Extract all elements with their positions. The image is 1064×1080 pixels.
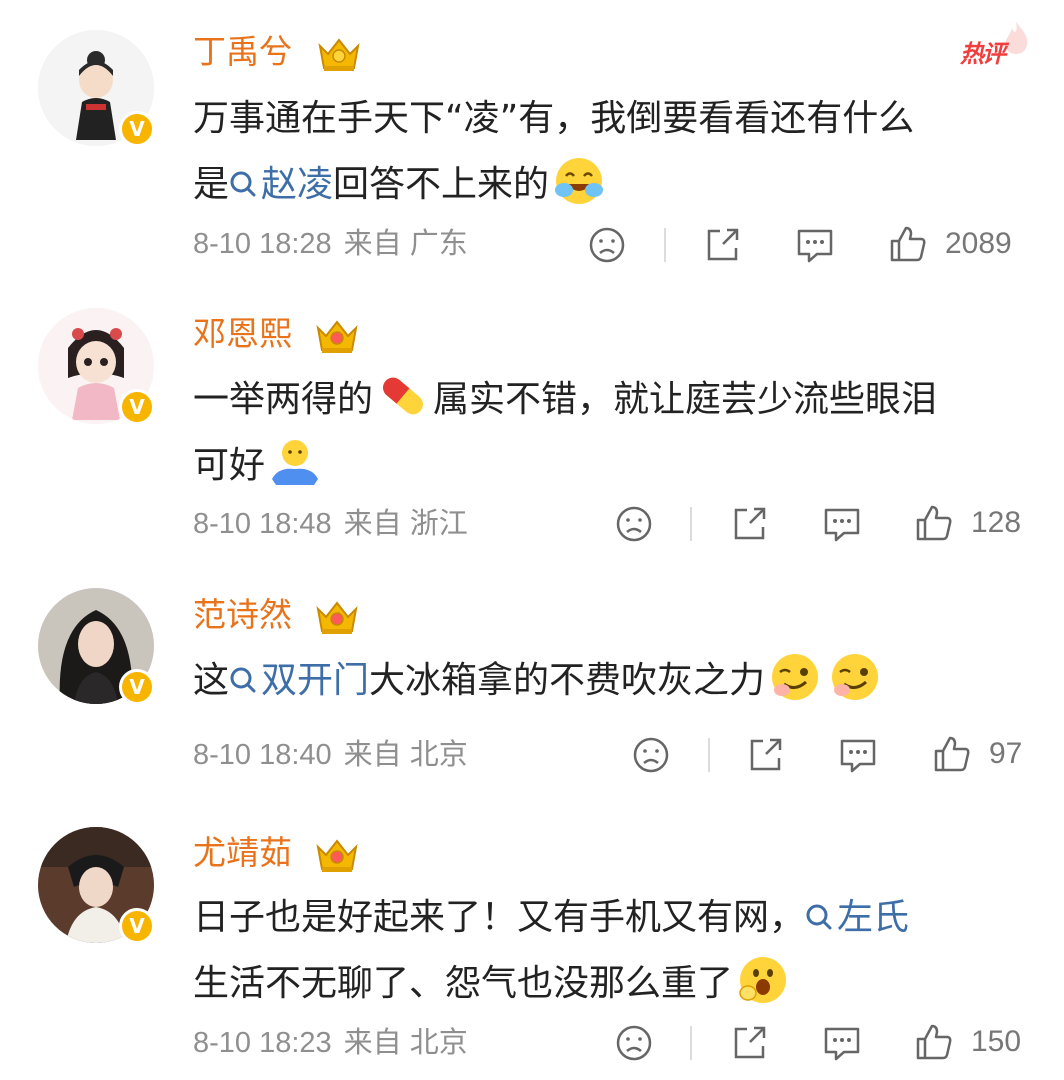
like-button[interactable] <box>914 503 954 543</box>
shrug-emoji-icon <box>272 440 319 485</box>
comment-date: 8-10 18:28 <box>193 228 332 260</box>
search-icon <box>230 171 256 197</box>
like-button[interactable] <box>914 1022 954 1062</box>
comment-bubble-icon <box>797 229 833 263</box>
like-count: 150 <box>971 1025 1022 1058</box>
comment-meta: 8-10 18:48 来自 浙江 <box>193 508 468 540</box>
crown-icon <box>316 601 358 634</box>
comment-text: 日子也是好起来了！又有手机又有网， 左氏 生活不无聊了、怨气也没那么重了 <box>193 885 1033 1017</box>
comment-location: 北京 <box>409 1027 468 1059</box>
search-icon <box>806 904 832 930</box>
comment-location: 北京 <box>409 739 468 771</box>
like-count: 97 <box>989 737 1023 770</box>
like-button[interactable] <box>888 224 928 264</box>
sad-face-icon <box>633 737 669 773</box>
thumbs-up-icon <box>890 226 926 262</box>
thumbs-up-icon <box>934 736 970 772</box>
comment-bubble-icon <box>824 1027 860 1061</box>
username[interactable]: 范诗然 <box>193 593 292 637</box>
crown-icon <box>318 38 360 71</box>
doge-emoji-icon <box>832 654 879 700</box>
comment-date: 8-10 18:48 <box>193 508 332 540</box>
sad-face-icon <box>616 506 652 542</box>
like-count: 128 <box>971 506 1022 539</box>
dislike-button[interactable] <box>632 736 670 776</box>
crown-icon <box>316 320 358 353</box>
share-icon <box>734 1026 766 1059</box>
comment-meta: 8-10 18:40 来自 北京 <box>193 739 468 771</box>
comment-location: 浙江 <box>409 508 468 540</box>
reply-button[interactable] <box>822 505 862 545</box>
sad-face-icon <box>616 1025 652 1061</box>
divider <box>708 738 710 772</box>
share-icon <box>707 228 739 261</box>
giggle-emoji-icon <box>739 957 787 1003</box>
topic-link[interactable]: 左氏 <box>805 897 909 938</box>
share-button[interactable] <box>703 226 741 266</box>
reply-button[interactable] <box>795 226 835 266</box>
comment-location: 广东 <box>409 228 468 260</box>
comment-meta: 8-10 18:23 来自 北京 <box>193 1027 468 1059</box>
search-icon <box>230 667 256 693</box>
dislike-button[interactable] <box>615 505 653 545</box>
pill-emoji-icon <box>383 377 423 415</box>
laugh-cry-emoji-icon <box>555 158 604 204</box>
verified-badge-icon: V <box>119 111 155 147</box>
hot-comment-badge: 热评 <box>960 40 1006 68</box>
username[interactable]: 尤靖茹 <box>193 831 292 875</box>
share-button[interactable] <box>746 736 784 776</box>
share-button[interactable] <box>730 1024 768 1064</box>
comment-bubble-icon <box>840 739 876 773</box>
like-button[interactable] <box>932 734 972 774</box>
comment-date: 8-10 18:23 <box>193 1027 332 1059</box>
verified-badge-icon: V <box>119 669 155 705</box>
dislike-button[interactable] <box>615 1024 653 1064</box>
share-icon <box>734 507 766 540</box>
verified-badge-icon: V <box>119 389 155 425</box>
username[interactable]: 邓恩熙 <box>193 312 292 356</box>
comment-text: 一举两得的 属实不错，就让庭芸少流些眼泪 可好 <box>193 367 1033 499</box>
dislike-button[interactable] <box>588 226 626 266</box>
divider <box>690 1026 692 1060</box>
reply-button[interactable] <box>838 736 878 776</box>
comment-text: 这双开门大冰箱拿的不费吹灰之力 <box>193 648 1033 714</box>
like-count: 2089 <box>945 227 1012 260</box>
topic-link[interactable]: 双开门 <box>229 660 369 701</box>
divider <box>690 507 692 541</box>
comment-meta: 8-10 18:28 来自 广东 <box>193 228 468 260</box>
divider <box>664 228 666 262</box>
comment-text: 万事通在手天下“凌”有，我倒要看看还有什么 是赵凌回答不上来的 <box>193 86 1033 218</box>
thumbs-up-icon <box>916 505 952 541</box>
comment-date: 8-10 18:40 <box>193 739 332 771</box>
reply-button[interactable] <box>822 1024 862 1064</box>
topic-link[interactable]: 赵凌 <box>229 164 333 205</box>
crown-icon <box>316 839 358 872</box>
thumbs-up-icon <box>916 1024 952 1060</box>
share-button[interactable] <box>730 505 768 545</box>
sad-face-icon <box>589 227 625 263</box>
share-icon <box>750 738 782 771</box>
username[interactable]: 丁禹兮 <box>193 30 292 74</box>
comment-bubble-icon <box>824 508 860 542</box>
doge-emoji-icon <box>772 654 819 700</box>
verified-badge-icon: V <box>119 908 155 944</box>
